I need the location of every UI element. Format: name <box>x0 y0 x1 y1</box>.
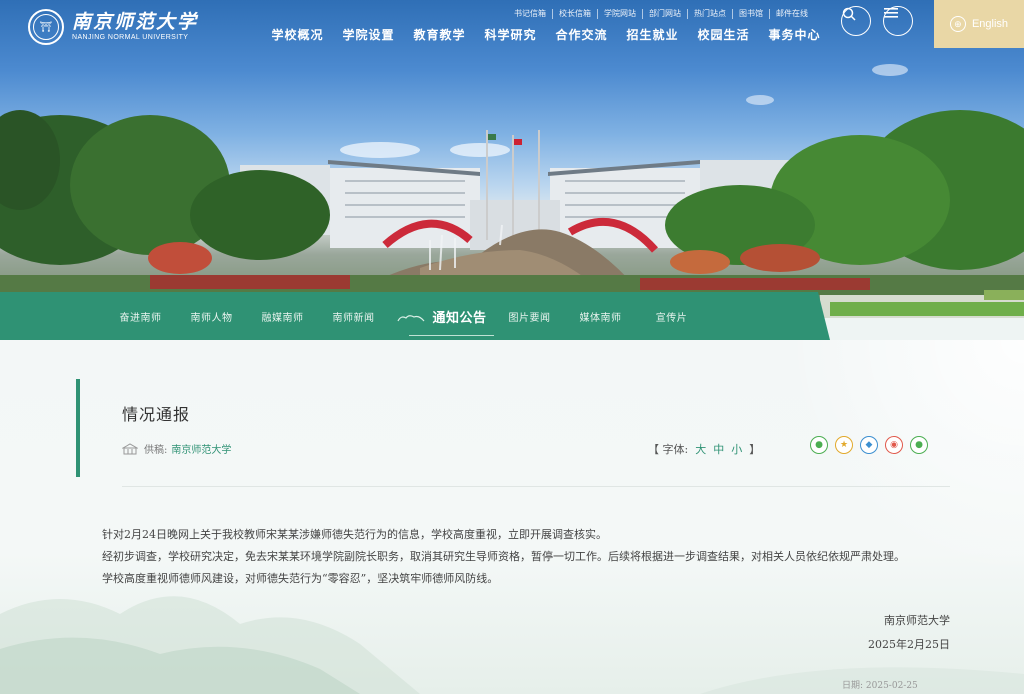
university-logo[interactable]: ⛩ 南京师范大学 NANJING NORMAL UNIVERSITY <box>28 9 198 45</box>
title-accent-bar <box>76 379 80 477</box>
subnav-item-news[interactable]: 南师新闻 <box>318 309 389 324</box>
logo-english-name: NANJING NORMAL UNIVERSITY <box>72 34 189 41</box>
globe-icon: ⊕ <box>949 16 966 32</box>
source-name: 南京师范大学 <box>171 445 232 456</box>
top-utility-links: 书记信箱 校长信箱 学院网站 部门网站 热门站点 图书馆 邮件在线 <box>508 9 814 19</box>
university-seal-icon: ⛩ <box>28 9 64 45</box>
cloud-ornament-icon <box>397 315 425 322</box>
font-size-large[interactable]: 大 <box>695 441 706 457</box>
share-buttons: ● ★ ◆ ◉ ● <box>810 436 935 454</box>
font-size-small[interactable]: 小 <box>731 441 742 457</box>
source-label: 供稿: <box>144 445 168 456</box>
nav-research[interactable]: 科学研究 <box>475 26 546 43</box>
nav-colleges[interactable]: 学院设置 <box>333 26 404 43</box>
article-body: 针对2月24日晚网上关于我校教师宋某某涉嫌师德失范行为的信息，学校高度重视，立即… <box>78 524 950 590</box>
top-link-department-sites[interactable]: 部门网站 <box>642 9 687 19</box>
article-source: 供稿: 南京师范大学 <box>122 441 231 456</box>
wechat-icon[interactable]: ● <box>810 436 828 454</box>
search-icon <box>842 7 856 21</box>
top-link-library[interactable]: 图书馆 <box>732 9 769 19</box>
subnav-item-endeavor[interactable]: 奋进南师 <box>105 309 176 324</box>
article-divider <box>122 486 950 487</box>
nav-education[interactable]: 教育教学 <box>404 26 475 43</box>
subnav-item-people[interactable]: 南师人物 <box>176 309 247 324</box>
subnav-item-notices[interactable]: 通知公告 <box>389 307 494 336</box>
language-label: English <box>971 18 1009 30</box>
main-navigation: 学校概况 学院设置 教育教学 科学研究 合作交流 招生就业 校园生活 事务中心 <box>262 26 830 43</box>
top-link-hot-sites[interactable]: 热门站点 <box>687 9 732 19</box>
nav-campus-life[interactable]: 校园生活 <box>688 26 759 43</box>
nav-cooperation[interactable]: 合作交流 <box>546 26 617 43</box>
top-link-college-sites[interactable]: 学院网站 <box>597 9 642 19</box>
subnav-item-media-fusion[interactable]: 融媒南师 <box>247 309 318 324</box>
search-button[interactable] <box>841 6 871 36</box>
publish-date: 日期: 2025-02-25 <box>842 681 918 691</box>
top-link-president-mailbox[interactable]: 校长信箱 <box>552 9 597 19</box>
campus-photo <box>0 64 1024 318</box>
building-icon <box>122 442 138 454</box>
language-switch[interactable]: ⊕ English <box>934 0 1024 48</box>
article-paragraph: 学校高度重视师德师风建设，对师德失范行为“零容忍”，坚决筑牢师德师风防线。 <box>102 572 499 585</box>
weibo-icon[interactable]: ◉ <box>885 436 903 454</box>
nav-affairs-center[interactable]: 事务中心 <box>759 26 830 43</box>
campus-banner: ⛩ 南京师范大学 NANJING NORMAL UNIVERSITY 书记信箱 … <box>0 0 1024 318</box>
subnav-item-photo-news[interactable]: 图片要闻 <box>494 309 565 324</box>
nav-school-overview[interactable]: 学校概况 <box>262 26 333 43</box>
font-size-control: 【 字体: 大 中 小 】 <box>648 441 767 457</box>
article-paragraph: 针对2月24日晚网上关于我校教师宋某某涉嫌师德失范行为的信息，学校高度重视，立即… <box>102 528 607 541</box>
subnav-item-promo-video[interactable]: 宣传片 <box>636 309 707 324</box>
news-subnavigation: 奋进南师 南师人物 融媒南师 南师新闻 通知公告 图片要闻 媒体南师 宣传片 <box>0 292 830 340</box>
font-size-medium[interactable]: 中 <box>713 441 724 457</box>
subnav-item-media[interactable]: 媒体南师 <box>565 309 636 324</box>
menu-icon <box>884 8 898 18</box>
nav-admissions[interactable]: 招生就业 <box>617 26 688 43</box>
font-size-bracket-end: 】 <box>749 443 761 456</box>
qzone-icon[interactable]: ★ <box>835 436 853 454</box>
article-sign-date: 2025年2月25日 <box>868 638 950 651</box>
qq-icon[interactable]: ◆ <box>860 436 878 454</box>
article-paragraph: 经初步调查，学校研究决定，免去宋某某环境学院副院长职务，取消其研究生导师资格，暂… <box>102 550 905 563</box>
top-link-email[interactable]: 邮件在线 <box>769 9 814 19</box>
logo-chinese-name: 南京师范大学 <box>72 11 199 33</box>
menu-button[interactable] <box>883 6 913 36</box>
article-signature: 南京师范大学 <box>884 614 950 627</box>
article-title: 情况通报 <box>122 405 191 424</box>
font-size-label: 【 字体: <box>648 443 689 456</box>
wechat-moments-icon[interactable]: ● <box>910 436 928 454</box>
subnav-active-label: 通知公告 <box>432 310 487 326</box>
top-link-secretary-mailbox[interactable]: 书记信箱 <box>508 9 552 19</box>
